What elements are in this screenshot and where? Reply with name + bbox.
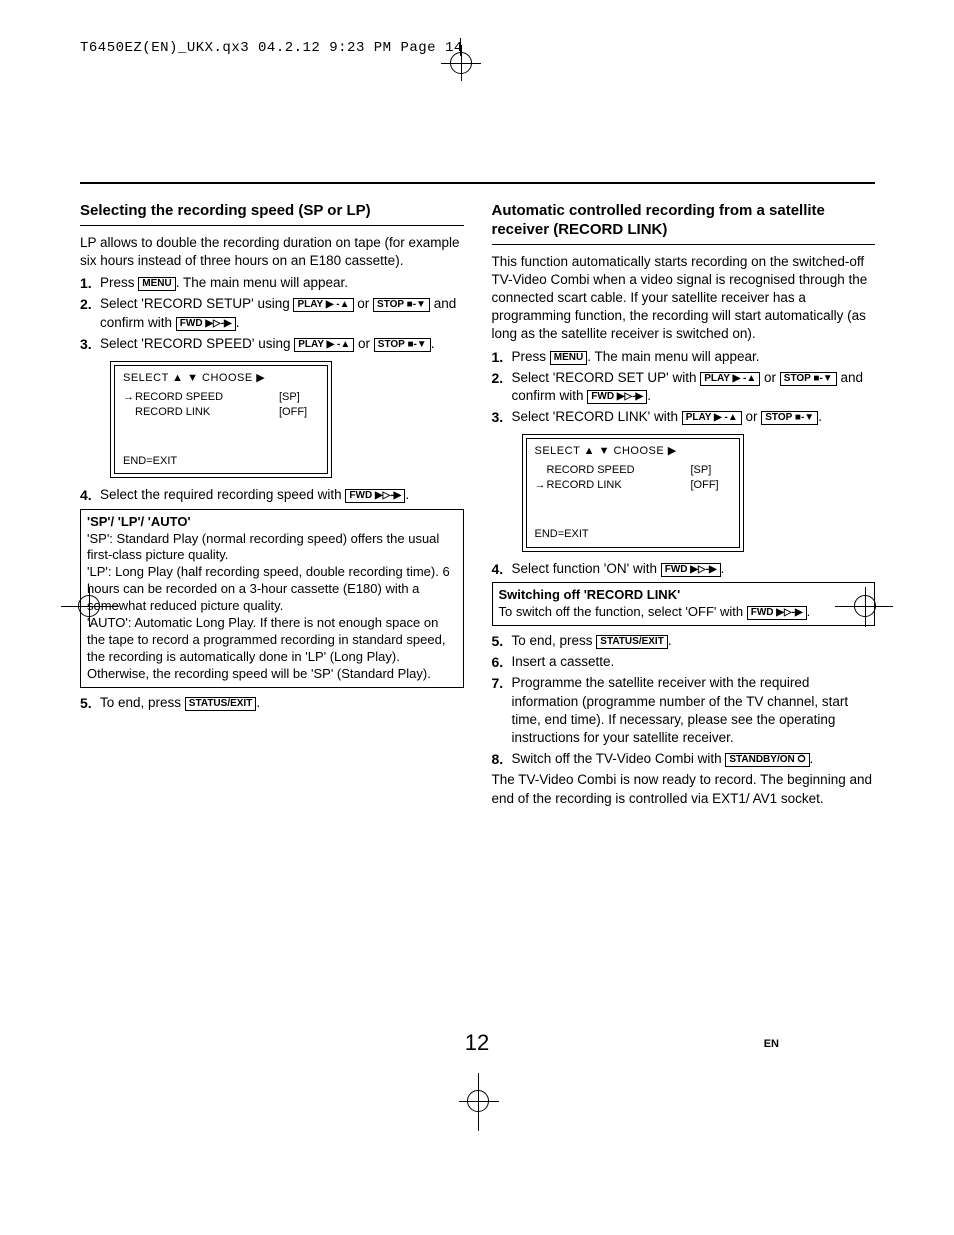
play-button: PLAY ▶ -▲ — [682, 411, 742, 425]
box-title: 'SP'/ 'LP'/ 'AUTO' — [87, 514, 457, 531]
top-rule — [80, 182, 875, 184]
stop-button: STOP ■-▼ — [761, 411, 818, 425]
fwd-button: FWD ▶▷-▶ — [661, 563, 721, 577]
box-auto: 'AUTO': Automatic Long Play. If there is… — [87, 615, 457, 683]
intro-right: This function automatically starts recor… — [492, 253, 876, 344]
registration-mark-right — [854, 595, 876, 617]
registration-mark-left — [78, 595, 100, 617]
osd-label: RECORD LINK — [547, 478, 691, 493]
switch-off-box: Switching off 'RECORD LINK' To switch of… — [492, 582, 876, 626]
step-8: Switch off the TV-Video Combi with STAND… — [492, 750, 876, 768]
step-1: Press MENU. The main menu will appear. — [492, 348, 876, 366]
menu-button: MENU — [550, 351, 587, 365]
step-5: To end, press STATUS/EXIT. — [492, 632, 876, 650]
menu-button: MENU — [138, 277, 175, 291]
step-6: Insert a cassette. — [492, 653, 876, 671]
step-3: Select 'RECORD SPEED' using PLAY ▶ -▲ or… — [80, 335, 464, 353]
sp-lp-auto-box: 'SP'/ 'LP'/ 'AUTO' 'SP': Standard Play (… — [80, 509, 464, 688]
section-rule — [80, 225, 464, 226]
osd-value: [SP] — [279, 390, 319, 405]
status-exit-button: STATUS/EXIT — [596, 635, 668, 649]
step-4: Select function 'ON' with FWD ▶▷-▶. — [492, 560, 876, 578]
osd-footer: END=EXIT — [115, 450, 327, 474]
stop-button: STOP ■-▼ — [374, 338, 431, 352]
step-1: Press MENU. The main menu will appear. — [80, 274, 464, 292]
box-title: Switching off 'RECORD LINK' — [499, 587, 869, 604]
play-button: PLAY ▶ -▲ — [700, 372, 760, 386]
osd-label: RECORD SPEED — [135, 390, 279, 405]
step-7: Programme the satellite receiver with th… — [492, 674, 876, 747]
step-4: Select the required recording speed with… — [80, 486, 464, 504]
fwd-button: FWD ▶▷-▶ — [747, 606, 807, 620]
standby-button: STANDBY/ON ⭘ — [725, 753, 809, 767]
play-button: PLAY ▶ -▲ — [294, 338, 354, 352]
osd-value: [OFF] — [279, 405, 319, 420]
step-2: Select 'RECORD SET UP' with PLAY ▶ -▲ or… — [492, 369, 876, 405]
osd-title: SELECT ▲ ▼ CHOOSE ▶ — [527, 439, 739, 461]
step-2: Select 'RECORD SETUP' using PLAY ▶ -▲ or… — [80, 295, 464, 331]
osd-record-link: SELECT ▲ ▼ CHOOSE ▶ RECORD SPEED [SP] → … — [522, 434, 744, 551]
osd-label: RECORD SPEED — [547, 463, 691, 478]
step-3: Select 'RECORD LINK' with PLAY ▶ -▲ or S… — [492, 408, 876, 426]
step-5: To end, press STATUS/EXIT. — [80, 694, 464, 712]
play-button: PLAY ▶ -▲ — [293, 298, 353, 312]
status-exit-button: STATUS/EXIT — [185, 697, 257, 711]
heading-left: Selecting the recording speed (SP or LP) — [80, 202, 464, 221]
section-rule — [492, 244, 876, 245]
language-code: EN — [764, 1038, 779, 1050]
box-lp: 'LP': Long Play (half recording speed, d… — [87, 564, 457, 615]
page-number: 12 — [465, 1030, 489, 1055]
crop-header: T6450EZ(EN)_UKX.qx3 04.2.12 9:23 PM Page… — [80, 40, 875, 56]
closing-text: The TV-Video Combi is now ready to recor… — [492, 771, 876, 807]
osd-value: [SP] — [691, 463, 731, 478]
intro-left: LP allows to double the recording durati… — [80, 234, 464, 270]
stop-button: STOP ■-▼ — [373, 298, 430, 312]
box-sp: 'SP': Standard Play (normal recording sp… — [87, 531, 457, 565]
osd-title: SELECT ▲ ▼ CHOOSE ▶ — [115, 366, 327, 388]
crop-mark-top — [450, 38, 472, 78]
osd-value: [OFF] — [691, 478, 731, 493]
osd-cursor: → — [123, 390, 135, 405]
stop-button: STOP ■-▼ — [780, 372, 837, 386]
fwd-button: FWD ▶▷-▶ — [587, 390, 647, 404]
osd-footer: END=EXIT — [527, 523, 739, 547]
osd-label: RECORD LINK — [135, 405, 279, 420]
heading-right: Automatic controlled recording from a sa… — [492, 202, 876, 240]
fwd-button: FWD ▶▷-▶ — [176, 317, 236, 331]
osd-record-setup: SELECT ▲ ▼ CHOOSE ▶ → RECORD SPEED [SP] … — [110, 361, 332, 478]
osd-cursor: → — [535, 478, 547, 493]
fwd-button: FWD ▶▷-▶ — [345, 489, 405, 503]
box-body: To switch off the function, select 'OFF'… — [499, 604, 747, 619]
registration-mark-bottom — [467, 1090, 489, 1112]
